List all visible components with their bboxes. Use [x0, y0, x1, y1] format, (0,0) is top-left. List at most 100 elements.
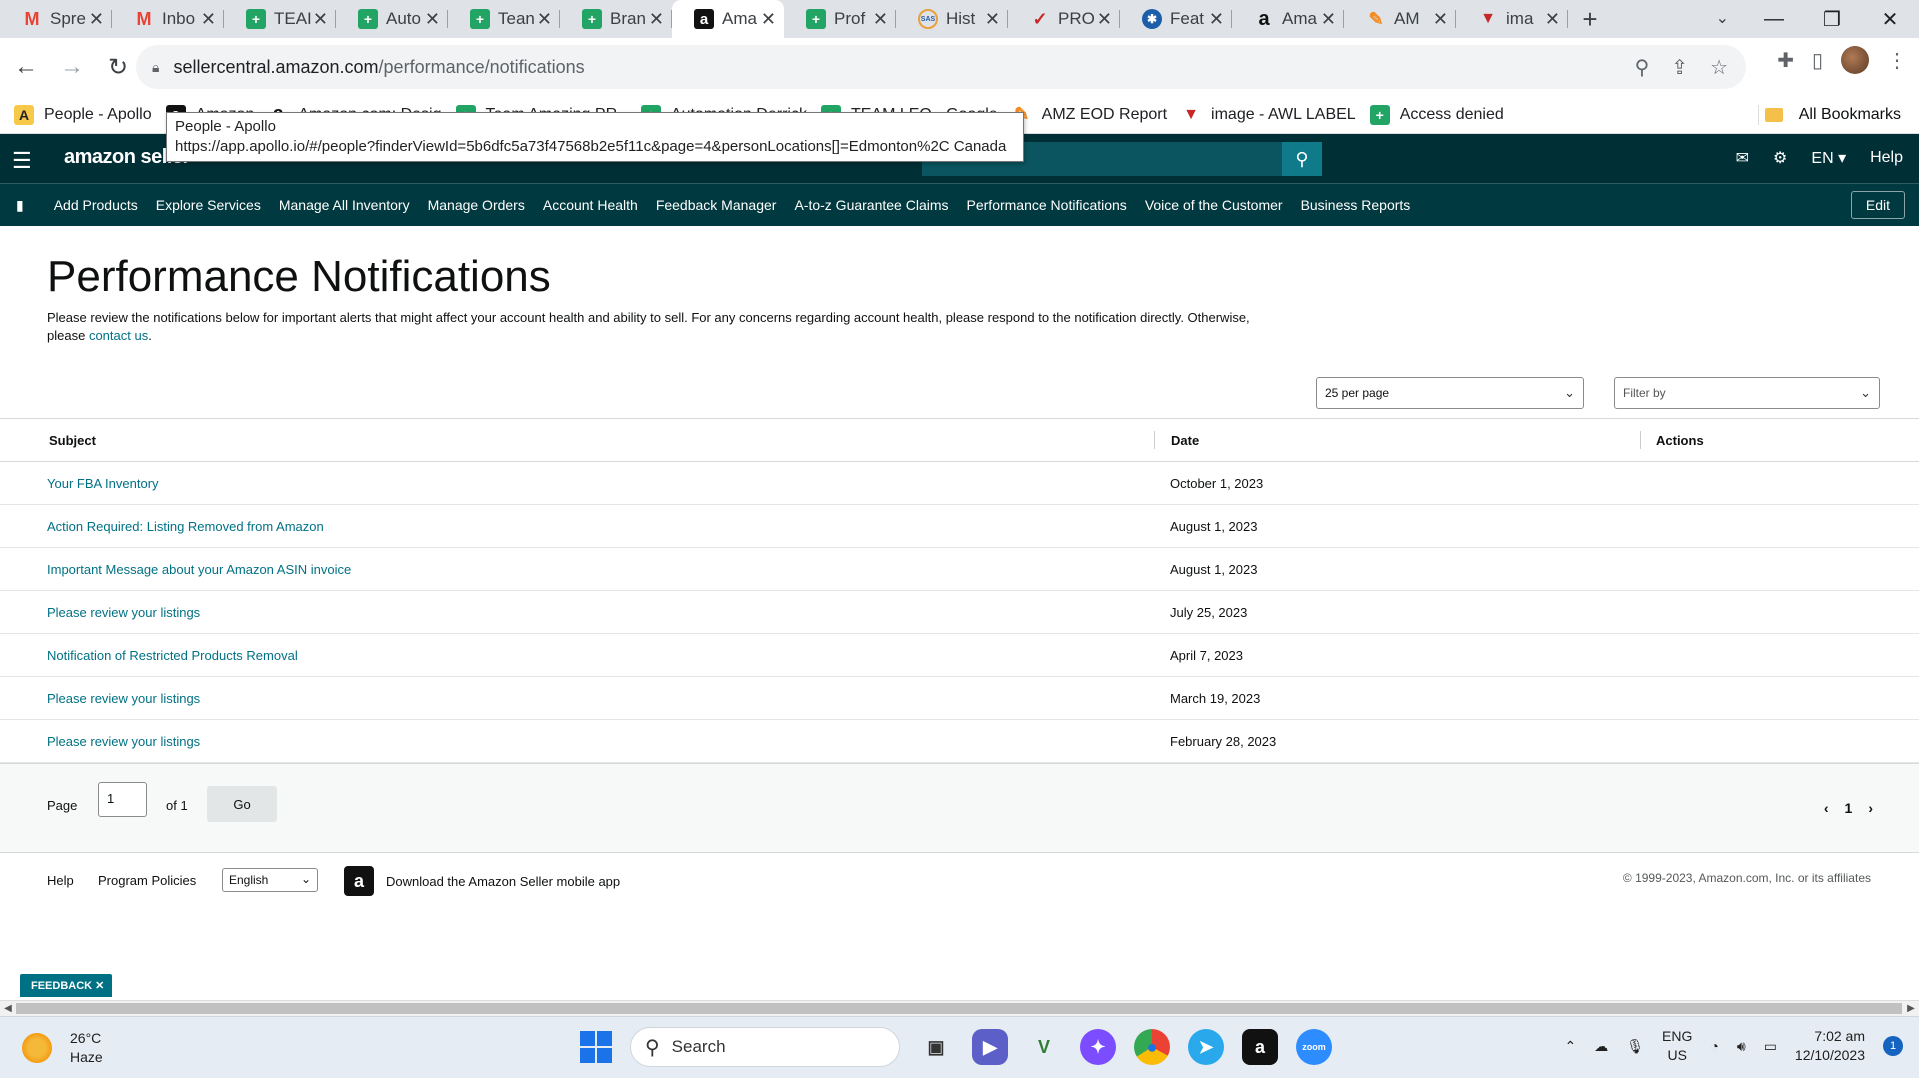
browser-tab[interactable]: ▼ ima ✕ [1456, 0, 1568, 38]
weather-widget[interactable]: 26°C Haze [22, 1029, 103, 1067]
browser-tab[interactable]: ✎ AM ✕ [1344, 0, 1456, 38]
browser-tab[interactable]: + Bran ✕ [560, 0, 672, 38]
close-tab-icon[interactable]: ✕ [985, 9, 1000, 30]
nav-item[interactable]: Add Products [54, 197, 138, 213]
zoom-icon[interactable]: ⚲ [1635, 55, 1650, 80]
mail-icon[interactable]: ✉ [1736, 148, 1749, 168]
browser-tab[interactable]: M Inbo ✕ [112, 0, 224, 38]
nav-item[interactable]: Voice of the Customer [1145, 197, 1283, 213]
bookmark-item[interactable]: ✎AMZ EOD Report [1012, 104, 1167, 125]
browser-tab[interactable]: a Ama ✕ [1232, 0, 1344, 38]
browser-tab[interactable]: a Ama ✕ [672, 0, 784, 38]
notification-subject-link[interactable]: Please review your listings [47, 734, 200, 749]
nav-item[interactable]: A-to-z Guarantee Claims [794, 197, 948, 213]
mobile-app-link[interactable]: a Download the Amazon Seller mobile app [344, 866, 620, 896]
page-number-input[interactable]: 1 [98, 782, 147, 817]
footer-language-select[interactable]: English ⌄ [222, 868, 318, 892]
chevron-left-icon[interactable]: ‹ [1824, 800, 1829, 816]
extensions-icon[interactable]: ✚ [1777, 48, 1794, 73]
chrome-icon[interactable]: ● [1134, 1029, 1170, 1065]
browser-tab[interactable]: M Spre ✕ [0, 0, 112, 38]
close-tab-icon[interactable]: ✕ [649, 9, 664, 30]
cloud-offline-icon[interactable]: ☁ [1594, 1038, 1608, 1055]
microphone-icon[interactable]: 🎙︎ [1626, 1038, 1644, 1055]
notification-subject-link[interactable]: Important Message about your Amazon ASIN… [47, 562, 351, 577]
filter-by-select[interactable]: Filter by ⌄ [1614, 377, 1880, 409]
close-tab-icon[interactable]: ✕ [1321, 9, 1336, 30]
system-clock[interactable]: 7:02 am 12/10/2023 [1795, 1027, 1865, 1065]
bookmark-item[interactable]: + Access denied [1369, 104, 1504, 125]
profile-avatar[interactable] [1841, 46, 1869, 74]
back-icon[interactable]: ← [6, 47, 46, 87]
teams-chat-icon[interactable]: ▶ [972, 1029, 1008, 1065]
notification-badge[interactable]: 1 [1883, 1036, 1903, 1056]
nav-item[interactable]: Feedback Manager [656, 197, 777, 213]
input-language[interactable]: ENG US [1662, 1027, 1692, 1065]
reload-icon[interactable]: ↻ [98, 47, 138, 87]
battery-icon[interactable]: ▭ [1764, 1038, 1777, 1055]
close-tab-icon[interactable]: ✕ [89, 9, 104, 30]
close-tab-icon[interactable]: ✕ [1433, 9, 1448, 30]
messenger-icon[interactable]: ✦ [1080, 1029, 1116, 1065]
hamburger-menu-icon[interactable]: ☰ [12, 148, 32, 174]
subject-column-header[interactable]: Subject [49, 433, 96, 448]
close-tab-icon[interactable]: ✕ [425, 9, 440, 30]
amazon-taskbar-icon[interactable]: a [1242, 1029, 1278, 1065]
browser-tab[interactable]: + Prof ✕ [784, 0, 896, 38]
contact-us-link[interactable]: contact us [89, 328, 148, 343]
nav-item[interactable]: Performance Notifications [967, 197, 1127, 213]
tab-search-icon[interactable]: ⌄ [1716, 8, 1729, 28]
telegram-icon[interactable]: ➤ [1188, 1029, 1224, 1065]
close-tab-icon[interactable]: ✕ [1545, 9, 1560, 30]
windows-start-icon[interactable] [580, 1031, 612, 1063]
nav-item[interactable]: Manage All Inventory [279, 197, 410, 213]
current-page-number[interactable]: 1 [1845, 800, 1853, 816]
taskbar-search-input[interactable]: ⚲ Search [630, 1027, 900, 1067]
forward-icon[interactable]: → [52, 47, 92, 87]
footer-help-link[interactable]: Help [47, 873, 74, 888]
close-tab-icon[interactable]: ✕ [201, 9, 216, 30]
close-window-icon[interactable]: ✕ [1861, 7, 1919, 32]
browser-tab[interactable]: ✱ Feat ✕ [1120, 0, 1232, 38]
vector-app-icon[interactable]: V [1026, 1029, 1062, 1065]
nav-item[interactable]: Explore Services [156, 197, 261, 213]
go-button[interactable]: Go [207, 786, 277, 822]
horizontal-scrollbar[interactable]: ◀ ▶ [0, 1000, 1919, 1016]
url-input[interactable]: 🔒︎ sellercentral.amazon.com/performance/… [136, 45, 1746, 89]
browser-tab[interactable]: + Auto ✕ [336, 0, 448, 38]
task-view-icon[interactable]: ▣ [918, 1029, 954, 1065]
feedback-button[interactable]: FEEDBACK ✕ [20, 974, 112, 997]
zoom-icon[interactable]: zoom [1296, 1029, 1332, 1065]
side-panel-icon[interactable]: ▯ [1812, 48, 1823, 73]
close-tab-icon[interactable]: ✕ [537, 9, 552, 30]
notification-subject-link[interactable]: Please review your listings [47, 605, 200, 620]
gear-icon[interactable]: ⚙ [1773, 148, 1787, 168]
new-tab-button[interactable]: + [1568, 0, 1612, 38]
close-tab-icon[interactable]: ✕ [873, 9, 888, 30]
close-tab-icon[interactable]: ✕ [1097, 9, 1112, 30]
all-bookmarks-button[interactable]: All Bookmarks [1764, 96, 1901, 134]
bookmark-star-icon[interactable]: ☆ [1710, 55, 1728, 80]
scroll-right-icon[interactable]: ▶ [1903, 1001, 1919, 1017]
scroll-left-icon[interactable]: ◀ [0, 1001, 16, 1017]
close-tab-icon[interactable]: ✕ [1209, 9, 1224, 30]
notification-subject-link[interactable]: Your FBA Inventory [47, 476, 159, 491]
chrome-menu-icon[interactable]: ⋮ [1887, 48, 1907, 73]
browser-tab[interactable]: ✓ PRO ✕ [1008, 0, 1120, 38]
wifi-icon[interactable]: ◔ [1710, 1038, 1718, 1054]
nav-item[interactable]: Manage Orders [428, 197, 525, 213]
search-icon[interactable]: ⚲ [1282, 142, 1322, 176]
restore-icon[interactable]: ❐ [1803, 7, 1861, 32]
notification-subject-link[interactable]: Action Required: Listing Removed from Am… [47, 519, 324, 534]
bookmark-icon[interactable]: ▮ [16, 197, 24, 214]
minimize-icon[interactable]: — [1745, 8, 1803, 31]
chevron-up-icon[interactable]: ⌃ [1565, 1038, 1577, 1055]
help-link[interactable]: Help [1870, 149, 1903, 167]
lock-icon[interactable]: 🔒︎ [152, 59, 159, 76]
close-tab-icon[interactable]: ✕ [761, 9, 776, 30]
bookmark-item[interactable]: A People - Apollo [14, 104, 152, 125]
edit-nav-button[interactable]: Edit [1850, 191, 1905, 219]
browser-tab[interactable]: SAS Hist ✕ [896, 0, 1008, 38]
language-selector[interactable]: EN ▾ [1811, 148, 1846, 168]
nav-item[interactable]: Account Health [543, 197, 638, 213]
